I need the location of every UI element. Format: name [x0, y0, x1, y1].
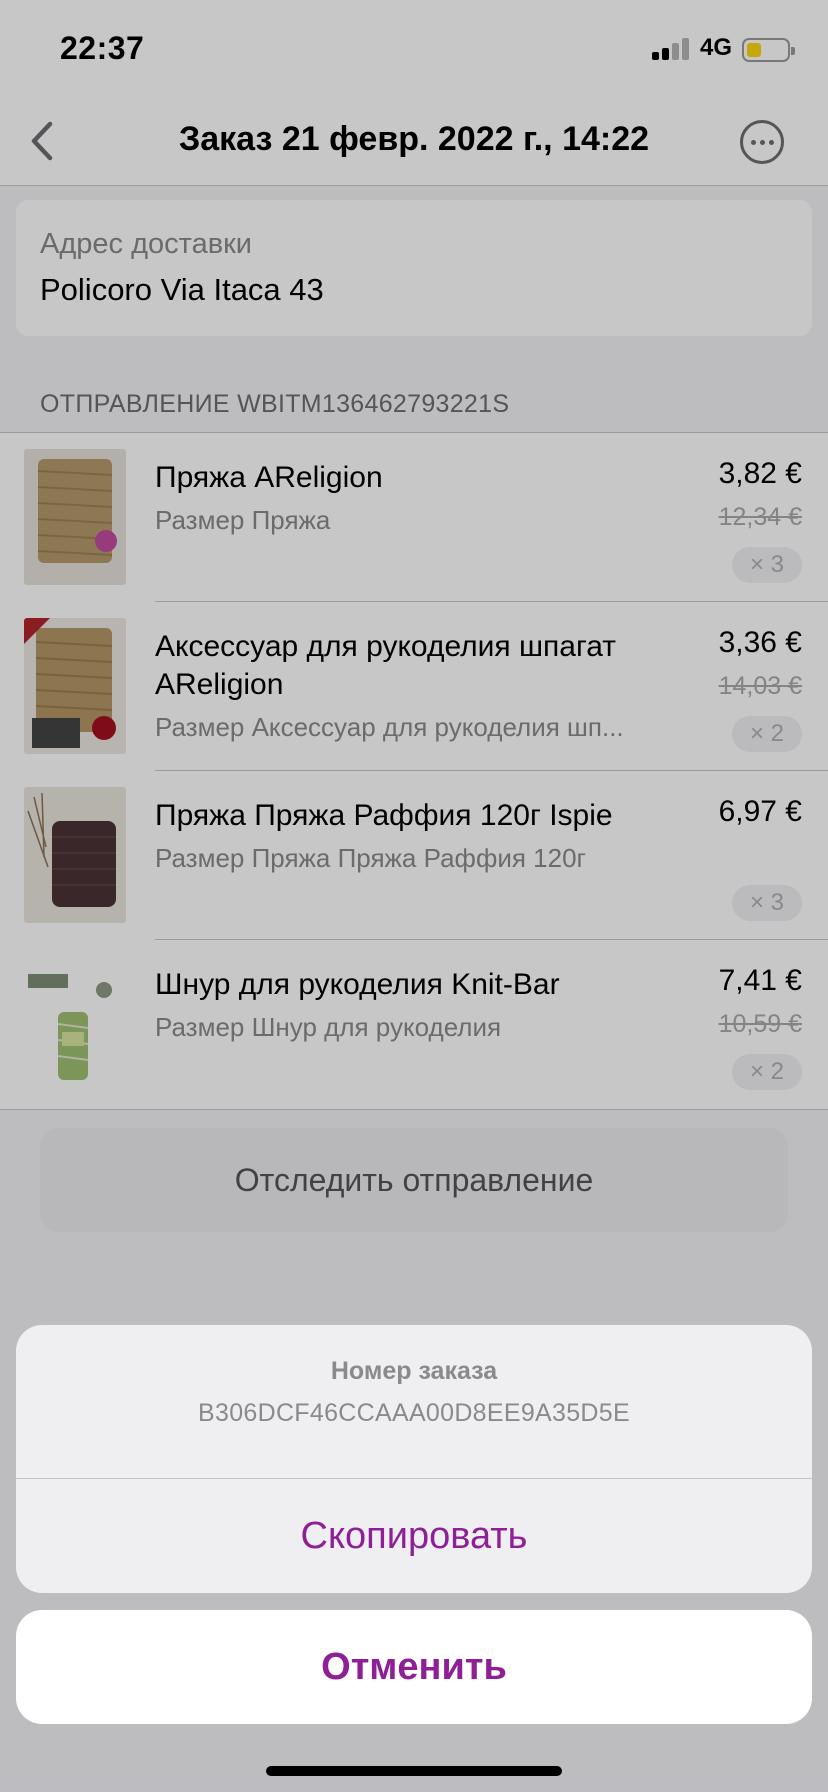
order-number-action-sheet: Номер заказа B306DCF46CCAAA00D8EE9A35D5E…	[16, 1325, 812, 1593]
home-indicator[interactable]	[266, 1766, 562, 1776]
copy-button[interactable]: Скопировать	[16, 1479, 812, 1593]
cancel-button[interactable]: Отменить	[16, 1610, 812, 1724]
action-sheet-title: Номер заказа	[330, 1357, 498, 1385]
order-number-value: B306DCF46CCAAA00D8EE9A35D5E	[198, 1399, 630, 1427]
